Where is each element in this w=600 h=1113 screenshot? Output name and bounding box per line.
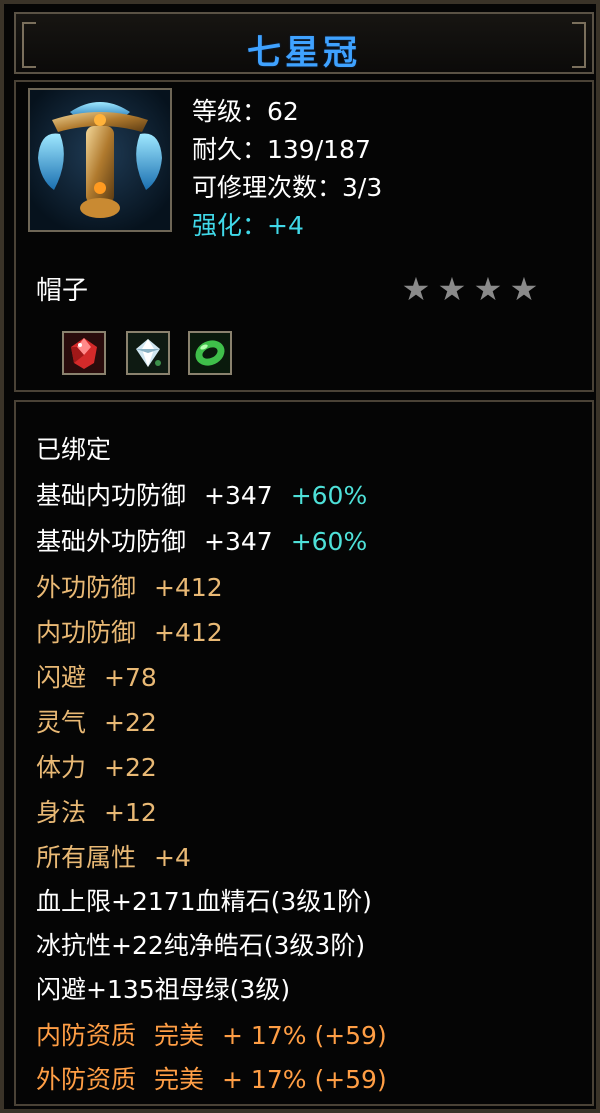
attr-base-inner-defense: 基础内功防御 +347 +60% xyxy=(36,476,367,512)
attr-value: +78 xyxy=(104,663,157,692)
quality-value: + 17% (+59) xyxy=(222,1021,387,1050)
attr-label: 所有属性 xyxy=(36,843,137,872)
attr-inner-defense: 内功防御 +412 xyxy=(36,613,223,649)
jade-gem-icon xyxy=(190,333,230,373)
star-icon: ★ xyxy=(473,270,503,308)
attr-value: +22 xyxy=(104,753,157,782)
quality-label: 内防资质 xyxy=(36,1021,137,1050)
attr-spirit: 灵气 +22 xyxy=(36,703,157,739)
diamond-gem-icon xyxy=(128,333,168,373)
attr-label: 灵气 xyxy=(36,708,87,737)
quality-outer-defense: 外防资质 完美 + 17% (+59) xyxy=(36,1060,387,1096)
attr-percent: +60% xyxy=(290,527,368,556)
quality-grade: 完美 xyxy=(154,1021,205,1050)
gem-slot-2[interactable] xyxy=(126,331,170,375)
gem-slot-3[interactable] xyxy=(188,331,232,375)
gem-slot-1[interactable] xyxy=(62,331,106,375)
gem-bonus-line-1: 血上限+2171血精石(3级1阶) xyxy=(36,887,372,916)
star-icon: ★ xyxy=(437,270,467,308)
item-tooltip: 七星冠 等级：62 耐久：139/187 可修理次数：3/3 强化：+4 帽子 … xyxy=(0,0,600,1113)
attr-value: +22 xyxy=(104,708,157,737)
ruby-gem-icon xyxy=(64,333,104,373)
quality-grade: 完美 xyxy=(154,1065,205,1094)
attr-outer-defense: 外功防御 +412 xyxy=(36,568,223,604)
attr-value: +12 xyxy=(104,798,157,827)
repair-count-stat: 可修理次数：3/3 xyxy=(192,173,383,202)
item-name: 七星冠 xyxy=(247,33,361,73)
attr-dodge: 闪避 +78 xyxy=(36,658,157,694)
attr-percent: +60% xyxy=(290,481,368,510)
attr-label: 闪避 xyxy=(36,663,87,692)
attr-label: 身法 xyxy=(36,798,87,827)
star-icon: ★ xyxy=(401,270,431,308)
star-rating: ★ ★ ★ ★ xyxy=(398,270,542,310)
attr-label: 外功防御 xyxy=(36,573,137,602)
attr-value: +347 xyxy=(204,481,273,510)
attr-label: 基础内功防御 xyxy=(36,481,187,510)
attr-label: 体力 xyxy=(36,753,87,782)
attr-agility: 身法 +12 xyxy=(36,793,157,829)
star-icon: ★ xyxy=(509,270,539,308)
attr-value: +412 xyxy=(154,618,223,647)
title-bar: 七星冠 xyxy=(14,12,594,74)
enhance-stat: 强化：+4 xyxy=(192,211,304,240)
item-type-label: 帽子 xyxy=(36,276,89,306)
attr-base-outer-defense: 基础外功防御 +347 +60% xyxy=(36,522,367,558)
gem-bonus-line-2: 冰抗性+22纯净皓石(3级3阶) xyxy=(36,931,366,960)
attr-label: 内功防御 xyxy=(36,618,137,647)
gem-bonus-line-3: 闪避+135祖母绿(3级) xyxy=(36,975,291,1004)
attr-value: +4 xyxy=(154,843,191,872)
attr-value: +412 xyxy=(154,573,223,602)
item-icon-frame xyxy=(28,88,172,232)
level-stat: 等级：62 xyxy=(192,97,299,126)
attr-stamina: 体力 +22 xyxy=(36,748,157,784)
durability-stat: 耐久：139/187 xyxy=(192,135,371,164)
quality-value: + 17% (+59) xyxy=(222,1065,387,1094)
bound-status: 已绑定 xyxy=(36,435,112,464)
crown-icon xyxy=(30,90,170,230)
attr-all-attributes: 所有属性 +4 xyxy=(36,838,191,874)
quality-label: 外防资质 xyxy=(36,1065,137,1094)
attr-value: +347 xyxy=(204,527,273,556)
attr-label: 基础外功防御 xyxy=(36,527,187,556)
quality-inner-defense: 内防资质 完美 + 17% (+59) xyxy=(36,1016,387,1052)
